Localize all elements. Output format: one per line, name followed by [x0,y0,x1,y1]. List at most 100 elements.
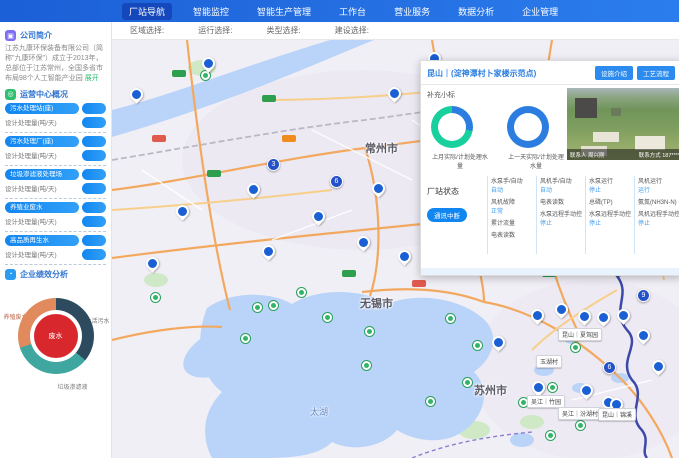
perf-title: 企业绩效分析 [20,269,68,280]
cluster-marker[interactable]: 3 [267,158,280,171]
stat-capacity-pill [82,150,106,161]
poi-marker[interactable] [296,287,307,298]
topnav-item-厂站导航[interactable]: 厂站导航 [122,3,172,20]
poi-marker[interactable] [150,292,161,303]
company-intro: 江苏九康环保装备有限公司（简称"九康环保"）成立于2013年，总部位于江苏常州，… [5,44,106,85]
expand-link[interactable]: 展开 [85,75,99,82]
ops-icon: ◎ [5,89,16,100]
poi-marker[interactable] [240,333,251,344]
poi-marker[interactable] [445,313,456,324]
status-cell-label: 氨氮(NH3N-N) [638,197,679,206]
poi-marker[interactable] [252,302,263,313]
company-title: 公司简介 [20,30,52,41]
status-badge[interactable]: 通讯中断 [427,208,467,222]
road-shield [342,270,356,277]
poi-marker[interactable] [268,300,279,311]
poi-marker[interactable] [322,312,333,323]
topnav-item-智能监控[interactable]: 智能监控 [186,3,236,20]
cluster-marker[interactable]: 6 [603,361,616,374]
stat-group-4: 养殖业废水设计处理量(吨/天) [5,202,106,232]
topnav-item-营业服务[interactable]: 营业服务 [387,3,437,20]
road-shield [282,135,296,142]
ops-stats: 污水处理站(座) 设计处理量(吨/天) 污水处理厂(座) 设计处理量(吨/天) 垃圾渗滤… [5,103,106,265]
road-shield [172,70,186,77]
status-cell-label: 水泵手/自动 [491,176,533,185]
status-cell: 总磷(TP) [589,197,631,206]
status-cell: 电表读数 [491,230,533,239]
filter-1[interactable]: 区域选择: [130,25,164,36]
status-left: 厂站状态 通讯中断 [427,176,487,254]
status-cell-label: 电表读数 [491,230,533,239]
company-section-header: ▣ 公司简介 [5,30,106,41]
perf-ring: 废水 [18,298,94,374]
status-col-4: 风机运行运行氨氮(NH3N-N)风机远程手动控制停止 [634,176,679,254]
topnav-item-智能生产管理[interactable]: 智能生产管理 [250,3,318,20]
filter-2[interactable]: 运行选择: [198,25,232,36]
status-cell-value: 运行 [638,185,679,194]
status-cell-value: 停止 [589,185,631,194]
filter-3[interactable]: 类型选择: [266,25,300,36]
status-cell: 水泵远程手动控制停止 [540,209,582,227]
stat-capacity-pill [82,249,106,260]
poi-marker[interactable] [472,340,483,351]
stat-label: 垃圾渗滤液处理场 [5,169,79,180]
stat-label: 污水处理站(座) [5,103,79,114]
donut-row: 上月实际/计划处理水量上一天实际/计划处理水量 [427,106,565,170]
popup-buttons: 设施介绍工艺流程 [595,66,675,80]
city-label-太湖: 太湖 [310,405,328,418]
site-label[interactable]: 昆山｜夏驾园 [558,328,602,341]
map-canvas[interactable]: 常州市无锡市苏州市太湖3669昆山｜夏驾园玉湖村吴江｜竹园吴江｜汾湖村昆山｜锦溪… [112,40,679,458]
poi-marker[interactable] [364,326,375,337]
status-cell: 电表读数 [540,197,582,206]
status-cell: 风机运行运行 [638,176,679,194]
site-label[interactable]: 吴江｜汾湖村 [558,407,602,420]
status-cell-value: 停止 [540,218,582,227]
cluster-marker[interactable]: 9 [637,289,650,302]
stat-capacity-pill [82,183,106,194]
road-shield [152,135,166,142]
station-photo[interactable]: 联系人 周兴刚 联系方式 187**** [567,88,679,160]
performance-donut-chart: 养殖废水 生活污水 垃圾渗滤液 废水 [8,286,104,396]
popup-button-2[interactable]: 工艺流程 [637,66,675,80]
stat-group-1: 污水处理站(座) 设计处理量(吨/天) [5,103,106,133]
status-cell-value: 自动 [540,185,582,194]
donut-hole [438,113,466,141]
perf-hole: 废水 [30,310,82,362]
filter-4[interactable]: 建设选择: [335,25,369,36]
stat-divider [5,165,106,166]
poi-marker[interactable] [545,430,556,441]
stat-group-5: 高品质再生水设计处理量(吨/天) [5,235,106,265]
stat-count-pill [82,235,106,246]
topnav-item-企业管理[interactable]: 企业管理 [515,3,565,20]
poi-marker[interactable] [361,360,372,371]
topnav-item-数据分析[interactable]: 数据分析 [451,3,501,20]
status-cell: 风机故障正常 [491,197,533,215]
status-cell-label: 风机远程手动控制 [638,209,679,218]
popup-left: 补充小标 上月实际/计划处理水量上一天实际/计划处理水量 [427,88,565,170]
site-label[interactable]: 玉湖村 [536,355,562,368]
stat-sub-label: 设计处理量(吨/天) [5,249,57,259]
status-cell: 风机手/自动自动 [540,176,582,194]
poi-marker[interactable] [462,377,473,388]
topnav-item-工作台[interactable]: 工作台 [332,3,373,20]
stat-divider [5,132,106,133]
donut-ring [507,106,549,148]
stat-sub-row: 设计处理量(吨/天) [5,249,106,260]
stat-count-pill [82,136,106,147]
poi-marker[interactable] [547,382,558,393]
popup-header: 昆山｜(淀神潭村卜家楼示范点) 设施介绍工艺流程 [421,61,679,85]
contact-phone: 联系方式 187**** [639,151,679,159]
poi-marker[interactable] [575,420,586,431]
site-label[interactable]: 昆山｜锦溪 [598,408,636,421]
stat-sub-row: 设计处理量(吨/天) [5,117,106,128]
poi-marker[interactable] [425,396,436,407]
status-col-2: 风机手/自动自动电表读数水泵远程手动控制停止 [536,176,585,254]
stat-group-3: 垃圾渗滤液处理场设计处理量(吨/天) [5,169,106,199]
popup-button-1[interactable]: 设施介绍 [595,66,633,80]
stat-label-row: 污水处理厂(座) [5,136,106,147]
status-columns: 水泵手/自动自动风机故障正常累计流量电表读数风机手/自动自动电表读数水泵远程手动… [487,176,679,254]
status-cell-label: 风机运行 [638,176,679,185]
perf-label-bottom: 垃圾渗滤液 [58,382,88,391]
cluster-marker[interactable]: 6 [330,175,343,188]
poi-marker[interactable] [570,342,581,353]
